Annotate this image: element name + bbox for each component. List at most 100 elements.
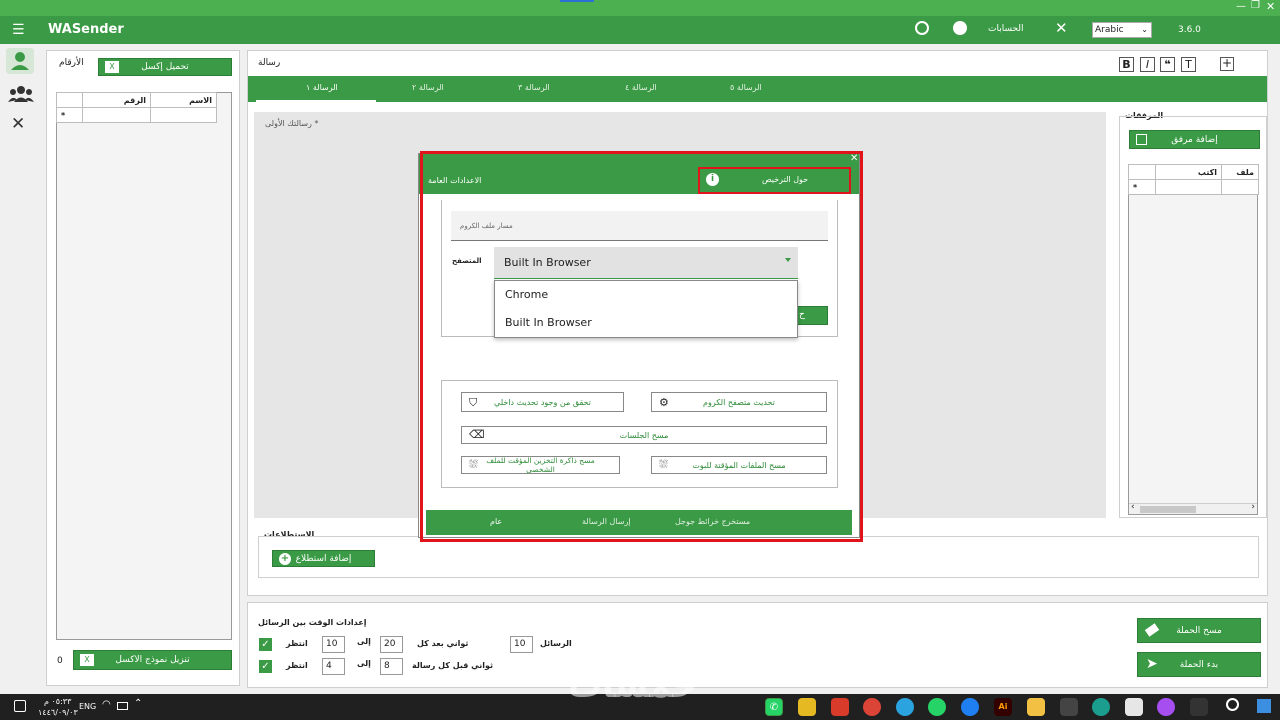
language-select[interactable]: Arabic ⌄: [1092, 22, 1152, 38]
whatsapp-icon[interactable]: [953, 21, 967, 35]
timing-row2-to-input[interactable]: 8: [380, 658, 403, 675]
timing-row2-wait: انتظر: [286, 661, 308, 670]
numbers-new-row-cell[interactable]: [150, 107, 217, 123]
add-poll-button[interactable]: + إضافة استطلاع: [272, 550, 375, 567]
tab-message-4[interactable]: الرسالة ٤: [625, 76, 657, 100]
scroll-right-icon[interactable]: ›: [1251, 502, 1255, 512]
globe-icon[interactable]: [915, 21, 929, 35]
italic-button[interactable]: I: [1140, 57, 1155, 72]
top-progress-indicator: [560, 0, 594, 2]
taskbar-language[interactable]: ENG: [79, 702, 96, 711]
add-attachment-button[interactable]: إضافة مرفق: [1129, 130, 1260, 149]
clear-campaign-button[interactable]: مسح الحملة: [1137, 618, 1261, 643]
accounts-label[interactable]: الحسابات: [988, 24, 1024, 34]
numbers-col-number[interactable]: الرقم: [82, 92, 151, 108]
numbers-table-corner: [56, 92, 83, 108]
tab-message-3[interactable]: الرسالة ٣: [518, 76, 550, 100]
telegram-taskbar-icon[interactable]: [896, 698, 914, 716]
bluestacks-taskbar-icon[interactable]: [798, 698, 816, 716]
strikethrough-button[interactable]: T: [1181, 57, 1196, 72]
scroll-left-icon[interactable]: ‹: [1131, 502, 1135, 512]
timing-row1-wait: انتظر: [286, 639, 308, 648]
sidebar-item-groups[interactable]: [8, 84, 34, 104]
timing-row1-checkbox[interactable]: ✓: [259, 638, 272, 651]
numbers-col-name[interactable]: الاسم: [150, 92, 217, 108]
polls-box: [258, 536, 1259, 578]
timing-row1-from-input[interactable]: 10: [322, 636, 345, 653]
whatsapp-desktop-taskbar-icon[interactable]: [928, 698, 946, 716]
edge-taskbar-icon[interactable]: [1092, 698, 1110, 716]
upload-excel-label: تحميل إكسل: [141, 62, 189, 72]
highlight-license-tab: [698, 167, 851, 194]
tab-message-1-underline: [256, 100, 376, 102]
whatsapp-taskbar-icon[interactable]: ✆: [765, 698, 783, 716]
group-icon: [8, 86, 34, 102]
attachments-new-row-cell[interactable]: [1221, 179, 1259, 195]
numbers-new-row-marker: *: [56, 107, 83, 123]
notification-icon[interactable]: [14, 700, 26, 712]
attachments-new-row-cell[interactable]: [1155, 179, 1222, 195]
app-title: WASender: [48, 22, 124, 37]
language-select-value: Arabic: [1095, 25, 1124, 35]
window-close-button[interactable]: ✕: [1266, 0, 1275, 13]
bold-button[interactable]: B: [1119, 57, 1134, 72]
tools-icon[interactable]: ✕: [1055, 19, 1068, 37]
copilot-taskbar-icon[interactable]: [1157, 698, 1175, 716]
start-campaign-button[interactable]: ➤ بدء الحملة: [1137, 652, 1261, 677]
attachments-hscrollbar[interactable]: ‹ ›: [1129, 502, 1257, 514]
add-emoji-button[interactable]: +: [1220, 57, 1234, 71]
attachments-table-corner: [1128, 164, 1156, 180]
scroll-thumb[interactable]: [1140, 506, 1196, 513]
timing-row1-to-label: إلى: [357, 637, 371, 646]
search-icon[interactable]: [1226, 698, 1239, 711]
sidebar: [0, 44, 40, 694]
timing-row1-to-input[interactable]: 20: [380, 636, 403, 653]
quote-button[interactable]: ❝: [1160, 57, 1175, 72]
download-template-button[interactable]: X تنزيل نموذج الاكسل: [73, 650, 232, 670]
timing-row2-checkbox[interactable]: ✓: [259, 660, 272, 673]
send-icon: ➤: [1146, 656, 1158, 672]
sidebar-item-tools[interactable]: ✕: [11, 114, 25, 134]
taskbar-date[interactable]: ١٤٤٦/٠٩/٠٣: [38, 708, 78, 717]
timing-messages-count-input[interactable]: 10: [510, 636, 533, 653]
app-taskbar-icon[interactable]: [831, 698, 849, 716]
upload-excel-button[interactable]: X تحميل إكسل: [98, 58, 232, 76]
attachments-col-type[interactable]: اكتب: [1155, 164, 1222, 180]
tray-chevron-icon[interactable]: ⌃: [134, 698, 142, 709]
window-minimize-button[interactable]: —: [1236, 1, 1246, 12]
tab-message-1[interactable]: الرسالة ١: [306, 76, 338, 100]
eraser-icon: [1144, 623, 1160, 637]
attachments-new-row-marker: *: [1128, 179, 1156, 195]
hamburger-menu-icon[interactable]: ☰: [12, 22, 25, 38]
store-taskbar-icon[interactable]: [1060, 698, 1078, 716]
attachments-table: اكتب ملف *: [1128, 164, 1259, 195]
add-attachment-label: إضافة مرفق: [1171, 134, 1218, 145]
numbers-count: 0: [57, 656, 63, 666]
add-poll-label: إضافة استطلاع: [295, 553, 352, 564]
taskbar-time[interactable]: ٠٥:٣٣ م: [44, 697, 71, 706]
calendar-taskbar-icon[interactable]: [1125, 698, 1143, 716]
attachments-col-file[interactable]: ملف: [1221, 164, 1259, 180]
external-link-icon: [1136, 134, 1147, 145]
battery-icon[interactable]: [117, 702, 128, 710]
timing-row2-from-input[interactable]: 4: [322, 658, 345, 675]
excel-icon: X: [80, 654, 94, 666]
tab-message-2[interactable]: الرسالة ٢: [412, 76, 444, 100]
widgets-taskbar-icon[interactable]: [1190, 698, 1208, 716]
file-explorer-taskbar-icon[interactable]: [1027, 698, 1045, 716]
timing-title: إعدادات الوقت بين الرسائل: [258, 618, 367, 627]
tab-message-5[interactable]: الرسالة ٥: [730, 76, 762, 100]
version-label: 3.6.0: [1178, 25, 1201, 35]
window-restore-button[interactable]: ❐: [1251, 0, 1260, 11]
start-icon[interactable]: [1257, 699, 1271, 713]
start-campaign-label: بدء الحملة: [1179, 659, 1219, 670]
numbers-new-row-cell[interactable]: [82, 107, 151, 123]
timing-messages-label: الرسائل: [540, 639, 572, 648]
wifi-icon[interactable]: ◠: [102, 699, 111, 710]
download-template-label: تنزيل نموذج الاكسل: [115, 655, 190, 665]
sidebar-item-user[interactable]: [6, 48, 34, 74]
illustrator-taskbar-icon[interactable]: Ai: [994, 698, 1012, 716]
attachments-table-area: [1128, 164, 1258, 515]
messenger-taskbar-icon[interactable]: [961, 698, 979, 716]
chrome-taskbar-icon[interactable]: [863, 698, 881, 716]
